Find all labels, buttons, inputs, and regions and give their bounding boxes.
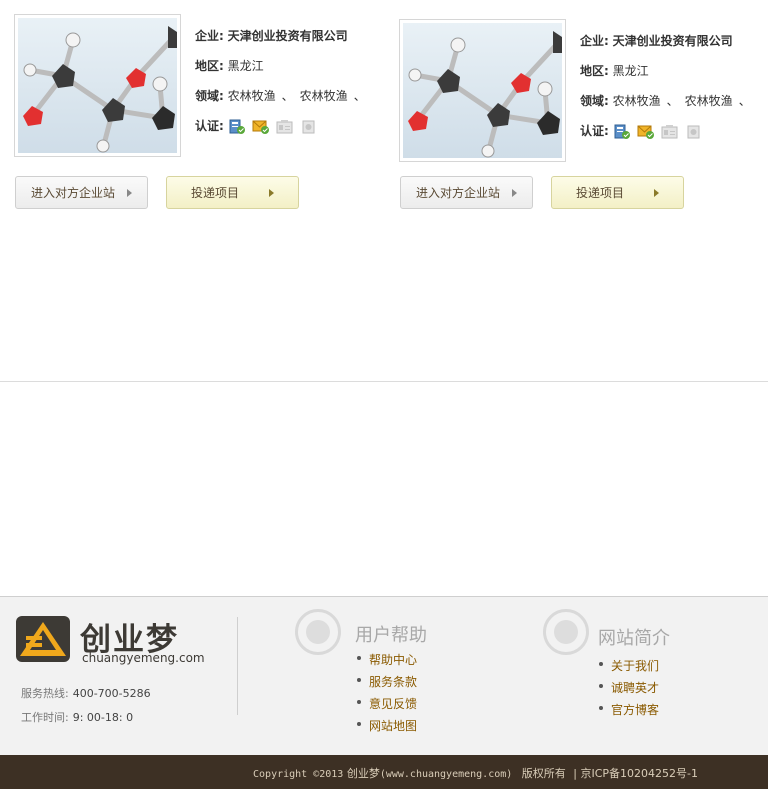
- about-title: 网站简介: [598, 628, 670, 649]
- copyright-domain: (www.chuangyemeng.com): [379, 769, 513, 780]
- company-info: 企业: 天津创业投资有限公司 地区: 黑龙江 领域: 农林牧渔、农林牧渔、 认证…: [580, 33, 768, 153]
- hours-label: 工作时间:: [21, 711, 69, 724]
- section-divider: [0, 381, 768, 382]
- field-row: 领域: 农林牧渔、农林牧渔、: [580, 93, 768, 123]
- help-title: 用户帮助: [355, 625, 427, 646]
- arrow-right-icon: [512, 188, 517, 197]
- field-separator: 、: [666, 94, 679, 108]
- company-row: 企业: 天津创业投资有限公司: [195, 28, 385, 58]
- email-verified-icon: [252, 119, 270, 135]
- help-link[interactable]: 帮助中心: [357, 651, 417, 673]
- field-separator: 、: [738, 94, 751, 108]
- copyright-text: Copyright ©2013 创业梦(www.chuangyemeng.com…: [253, 765, 698, 781]
- about-link[interactable]: 关于我们: [599, 657, 659, 679]
- submit-project-button[interactable]: 投递项目: [551, 176, 684, 209]
- molecule-image: [403, 23, 562, 158]
- about-link[interactable]: 诚聘英才: [599, 679, 659, 701]
- help-link[interactable]: 意见反馈: [357, 695, 417, 717]
- field-value: 农林牧渔: [227, 89, 276, 103]
- brand-logo[interactable]: 创业梦 chuangyemeng.com: [16, 616, 205, 665]
- field-separator: 、: [281, 89, 294, 103]
- logo-mark-icon: [16, 616, 70, 662]
- cert-row: 认证:: [195, 118, 385, 148]
- about-icon: [543, 609, 589, 655]
- help-links: 帮助中心 服务条款 意见反馈 网站地图: [357, 651, 417, 739]
- enter-company-site-label: 进入对方企业站: [30, 186, 115, 200]
- site-footer: 创业梦 chuangyemeng.com 服务热线: 400-700-5286 工…: [0, 596, 768, 755]
- field-row: 领域: 农林牧渔、农林牧渔、: [195, 88, 385, 118]
- company-row: 企业: 天津创业投资有限公司: [580, 33, 768, 63]
- region-value: 黑龙江: [227, 59, 264, 73]
- arrow-right-icon: [127, 188, 132, 197]
- business-card-icon: [276, 119, 294, 135]
- hours-row: 工作时间: 9: 00-18: 0: [21, 706, 151, 730]
- company-info: 企业: 天津创业投资有限公司 地区: 黑龙江 领域: 农林牧渔、农林牧渔、 认证…: [195, 28, 385, 148]
- copyright-bar: Copyright ©2013 创业梦(www.chuangyemeng.com…: [0, 755, 768, 789]
- help-link[interactable]: 服务条款: [357, 673, 417, 695]
- enter-company-site-button[interactable]: 进入对方企业站: [15, 176, 148, 209]
- hotline-row: 服务热线: 400-700-5286: [21, 682, 151, 706]
- icp-number[interactable]: | 京ICP备10204252号-1: [573, 767, 698, 780]
- cert-label: 认证:: [580, 124, 609, 138]
- copyright-brand: 创业梦: [346, 767, 380, 780]
- hours-value: 9: 00-18: 0: [72, 711, 134, 724]
- license-icon: [685, 124, 703, 140]
- email-verified-icon: [637, 124, 655, 140]
- field-value: 农林牧渔: [684, 94, 733, 108]
- submit-project-button[interactable]: 投递项目: [166, 176, 299, 209]
- copyright-rights: 版权所有: [521, 767, 566, 780]
- about-link[interactable]: 官方博客: [599, 701, 659, 723]
- hotline-label: 服务热线:: [21, 687, 69, 700]
- help-link[interactable]: 网站地图: [357, 717, 417, 739]
- company-label: 企业:: [580, 34, 609, 48]
- copyright-prefix: Copyright ©2013: [253, 769, 344, 780]
- company-label: 企业:: [195, 29, 224, 43]
- field-value: 农林牧渔: [612, 94, 661, 108]
- contact-info: 服务热线: 400-700-5286 工作时间: 9: 00-18: 0: [21, 682, 151, 730]
- submit-project-label: 投递项目: [575, 186, 624, 200]
- id-verified-icon: [228, 119, 246, 135]
- enter-company-site-button[interactable]: 进入对方企业站: [400, 176, 533, 209]
- region-label: 地区:: [195, 59, 224, 73]
- business-card-icon: [661, 124, 679, 140]
- help-icon: [295, 609, 341, 655]
- field-value: 农林牧渔: [299, 89, 348, 103]
- company-thumbnail[interactable]: [399, 19, 566, 162]
- field-separator: 、: [353, 89, 366, 103]
- company-name[interactable]: 天津创业投资有限公司: [228, 29, 348, 43]
- field-label: 领域:: [195, 89, 224, 103]
- company-name[interactable]: 天津创业投资有限公司: [613, 34, 733, 48]
- cert-label: 认证:: [195, 119, 224, 133]
- about-links: 关于我们 诚聘英才 官方博客: [599, 657, 659, 723]
- brand-domain: chuangyemeng.com: [82, 651, 205, 665]
- arrow-right-icon: [654, 188, 659, 197]
- region-value: 黑龙江: [612, 64, 649, 78]
- region-label: 地区:: [580, 64, 609, 78]
- footer-divider: [237, 617, 238, 715]
- molecule-image: [18, 18, 177, 153]
- region-row: 地区: 黑龙江: [580, 63, 768, 93]
- submit-project-label: 投递项目: [190, 186, 239, 200]
- arrow-right-icon: [269, 188, 274, 197]
- enter-company-site-label: 进入对方企业站: [415, 186, 500, 200]
- cert-row: 认证:: [580, 123, 768, 153]
- region-row: 地区: 黑龙江: [195, 58, 385, 88]
- field-label: 领域:: [580, 94, 609, 108]
- id-verified-icon: [613, 124, 631, 140]
- hotline-value: 400-700-5286: [72, 687, 151, 700]
- company-thumbnail[interactable]: [14, 14, 181, 157]
- license-icon: [300, 119, 318, 135]
